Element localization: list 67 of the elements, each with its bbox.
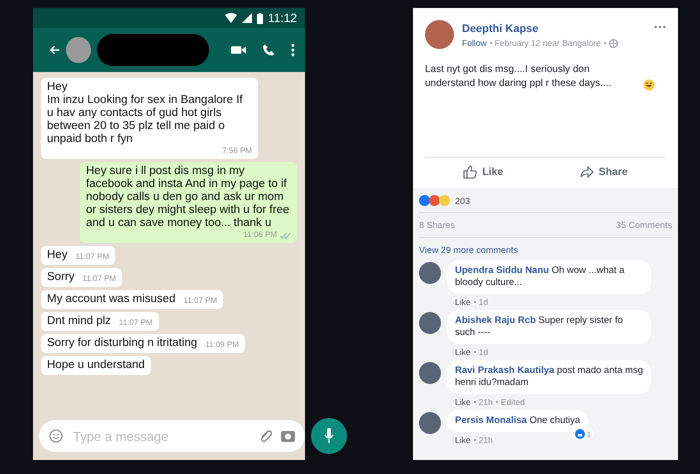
back-icon[interactable] (49, 44, 60, 56)
message-time: 11:07 PM (75, 252, 110, 262)
message-text: Dnt mind plz (47, 315, 111, 328)
commenter-avatar[interactable] (419, 262, 441, 284)
author-avatar[interactable] (425, 20, 454, 49)
message-text: Sorry (47, 271, 74, 284)
message-time: 11:06 PM (243, 230, 277, 240)
post-text: Last nyt got dis msg....I seriously don understand how daring ppl r these days.... (425, 63, 612, 91)
commenter-name[interactable]: Ravi Prakash Kautilya (455, 365, 554, 376)
share-arrow-icon (580, 166, 594, 178)
battery-icon (256, 12, 263, 24)
message-input[interactable]: Type a message (71, 428, 251, 444)
camera-icon[interactable] (281, 430, 295, 442)
view-more-comments-link[interactable]: View 29 more comments (419, 238, 672, 260)
like-link[interactable]: Like (455, 297, 471, 307)
message-time: 11:09 PM (205, 340, 239, 350)
reaction-icons (419, 195, 451, 206)
menu-icon[interactable] (291, 43, 295, 57)
like-link[interactable]: Like (455, 397, 471, 407)
avatar[interactable] (66, 37, 91, 63)
follow-link[interactable]: Follow (462, 38, 487, 48)
commenter-name[interactable]: Abishek Raju Rcb (455, 315, 536, 326)
microphone-button[interactable] (311, 418, 347, 454)
comment-text: Persis Monalisa One chutiya (455, 415, 580, 427)
globe-icon (608, 38, 618, 48)
paperclip-icon[interactable] (259, 429, 273, 443)
message-time: 11:07 PM (183, 296, 218, 306)
status-time: 11:12 (268, 11, 297, 25)
message-text: Hey sure i ll post dis msg in my facebook and insta And in my page to if nobody calls u den go and ask ur mom or sisters dey might sleep with u for free and u can save money too... thank u (86, 165, 290, 230)
commenter-avatar[interactable] (419, 362, 441, 384)
more-options-icon[interactable] (654, 25, 666, 29)
smiley-icon[interactable] (49, 429, 63, 443)
commenter-name[interactable]: Persis Monalisa (455, 415, 527, 426)
message-text: Hey (47, 249, 68, 262)
signal-icon (242, 13, 252, 23)
comment-time: 1d (478, 347, 488, 357)
comment-text: Upendra Siddu Nanu Oh wow ...what a bloody culture... (455, 265, 626, 289)
comment-time: 1d (478, 297, 488, 307)
comment-time: 21h (478, 435, 493, 445)
laughing-emoji-icon (643, 79, 655, 91)
like-count: 1 (586, 430, 592, 438)
author-name[interactable]: Deepthi Kapse (462, 23, 646, 35)
post-date: February 12 near Bangalore (494, 38, 601, 48)
reaction-count[interactable]: 203 (455, 196, 470, 206)
commenter-avatar[interactable] (419, 312, 441, 334)
like-link[interactable]: Like (455, 347, 471, 357)
video-camera-icon[interactable] (231, 45, 246, 55)
message-time: 11:07 PM (82, 274, 116, 284)
message-time: 7:56 PM (222, 146, 252, 156)
phone-icon[interactable] (262, 43, 276, 57)
like-button[interactable]: Like (453, 162, 514, 182)
message-text: Sorry for disturbing n itritating (47, 337, 198, 350)
message-text: My account was misused (47, 293, 176, 306)
comment-time: 21h (478, 397, 493, 407)
wifi-icon (224, 13, 237, 23)
microphone-icon (324, 428, 334, 444)
message-text: Hey Im inzu Looking for sex in Bangalore If u hav any contacts of gud hot girls between 20 to 35 plz tell me paid o unpaid both r fyn (47, 81, 244, 146)
message-time: 11:07 PM (118, 318, 153, 328)
message-field[interactable]: Type a message (39, 420, 305, 452)
comment-text: Ravi Prakash Kautilya post mado anta msg henri idu?madam (455, 365, 643, 389)
comment-text: Abishek Raju Rcb Super reply sister fo such ---- (455, 315, 624, 339)
commenter-avatar[interactable] (419, 412, 441, 434)
like-link[interactable]: Like (455, 435, 471, 445)
edited-label: Edited (500, 397, 525, 407)
commenter-name[interactable]: Upendra Siddu Nanu (455, 265, 549, 276)
share-button[interactable]: Share (570, 162, 638, 182)
message-text: Hope u understand (47, 359, 145, 372)
